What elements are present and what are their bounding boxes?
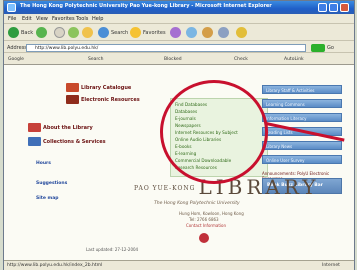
library-prefix: PAO YUE-KONG [134, 185, 196, 192]
home-icon[interactable] [82, 27, 93, 38]
about-library-link[interactable]: About the Library [28, 123, 93, 132]
status-text: http://www.lib.polyu.edu.hk/index_2b.htm… [7, 263, 103, 268]
links-search[interactable]: Search [88, 57, 103, 62]
library-catalogue-label: Library Catalogue [81, 84, 132, 91]
minimize-button[interactable] [318, 3, 327, 12]
about-library-label: About the Library [43, 124, 93, 131]
right-nav-label: Online User Survey [266, 158, 305, 163]
history-icon[interactable] [186, 27, 197, 38]
right-nav-label: Library News [266, 144, 293, 149]
menu-bar: File Edit View Favorites Tools Help [4, 14, 354, 24]
address-input[interactable]: http://www.lib.polyu.edu.hk/ [26, 44, 306, 52]
favorites-label[interactable]: Favorites [143, 30, 166, 36]
links-check[interactable]: Check [234, 57, 248, 62]
right-nav-button[interactable]: Information Literacy [262, 113, 342, 122]
contact-line: Tel: 2766 6863 [189, 217, 219, 222]
last-updated: Last updated: 27-12-2004 [86, 247, 139, 252]
right-nav-button[interactable]: Library News [262, 141, 342, 150]
go-button[interactable]: Go [327, 45, 334, 51]
menu-help[interactable]: Help [92, 16, 103, 22]
close-button[interactable] [340, 3, 349, 12]
menu-file[interactable]: File [8, 16, 16, 22]
address-bar: Address http://www.lib.polyu.edu.hk/ Go [4, 42, 354, 53]
zone-text: Internet [322, 263, 340, 268]
right-nav-button[interactable]: Library Staff & Activities [262, 85, 342, 94]
library-catalogue-link[interactable]: Library Catalogue [66, 83, 131, 92]
address-label: Address [7, 45, 27, 51]
edit-icon[interactable] [236, 27, 247, 38]
ie-logo-icon [7, 3, 16, 12]
menu-favorites[interactable]: Favorites [52, 16, 75, 22]
search-icon[interactable] [98, 27, 109, 38]
menu-edit[interactable]: Edit [22, 16, 32, 22]
right-nav-label: Information Literacy [266, 116, 307, 121]
menu-view[interactable]: View [36, 16, 48, 22]
links-google[interactable]: Google [8, 57, 24, 62]
links-autolink[interactable]: AutoLink [284, 57, 304, 62]
right-nav-label: Learning Commons [266, 102, 305, 107]
contact-link[interactable]: Contact Information [186, 223, 226, 228]
site-map-link[interactable]: Site map [36, 196, 59, 201]
menu-tools[interactable]: Tools [76, 16, 88, 22]
refresh-icon[interactable] [68, 27, 79, 38]
screenshot: The Hong Kong Polytechnic University Pao… [0, 0, 357, 270]
window-title: The Hong Kong Polytechnic University Pao… [20, 3, 272, 9]
right-nav-button[interactable]: Learning Commons [262, 99, 342, 108]
collections-services-label: Collections & Services [43, 138, 106, 145]
favorites-icon[interactable] [130, 27, 141, 38]
title-bar: The Hong Kong Polytechnic University Pao… [4, 1, 354, 14]
links-bar: Google Search Blocked Check AutoLink [4, 54, 354, 65]
stop-icon[interactable] [54, 27, 65, 38]
media-icon[interactable] [170, 27, 181, 38]
maximize-button[interactable] [329, 3, 338, 12]
back-icon[interactable] [8, 27, 19, 38]
links-blocked[interactable]: Blocked [164, 57, 182, 62]
right-nav-label: Reading Lists [266, 130, 293, 135]
contact-line: Hung Hom, Kowloon, Hong Kong [179, 211, 244, 216]
eresources-icon [66, 95, 79, 104]
forward-icon[interactable] [36, 27, 47, 38]
university-name: The Hong Kong Polytechnic University [154, 201, 240, 206]
catalogue-icon [66, 83, 79, 92]
toolbar: Back Search Favorites [4, 24, 354, 41]
collections-services-link[interactable]: Collections & Services [28, 137, 106, 146]
url-text[interactable]: http://www.lib.polyu.edu.hk/ [35, 46, 98, 51]
mail-icon[interactable] [202, 27, 213, 38]
suggestions-link[interactable]: Suggestions [36, 181, 67, 186]
search-label[interactable]: Search [111, 30, 128, 36]
right-nav-label: Library Staff & Activities [266, 88, 315, 93]
electronic-resources-link[interactable]: Electronic Resources [66, 95, 140, 104]
seal-icon [199, 233, 209, 243]
print-icon[interactable] [218, 27, 229, 38]
hours-link[interactable]: Hours [36, 161, 51, 166]
go-arrow-icon[interactable] [311, 44, 325, 52]
about-icon [28, 123, 41, 132]
collections-icon [28, 137, 41, 146]
highlight-circle [160, 80, 268, 184]
right-nav-button[interactable]: Online User Survey [262, 155, 342, 164]
electronic-resources-label: Electronic Resources [81, 96, 140, 103]
back-label[interactable]: Back [21, 30, 33, 36]
status-bar: http://www.lib.polyu.edu.hk/index_2b.htm… [4, 260, 354, 270]
